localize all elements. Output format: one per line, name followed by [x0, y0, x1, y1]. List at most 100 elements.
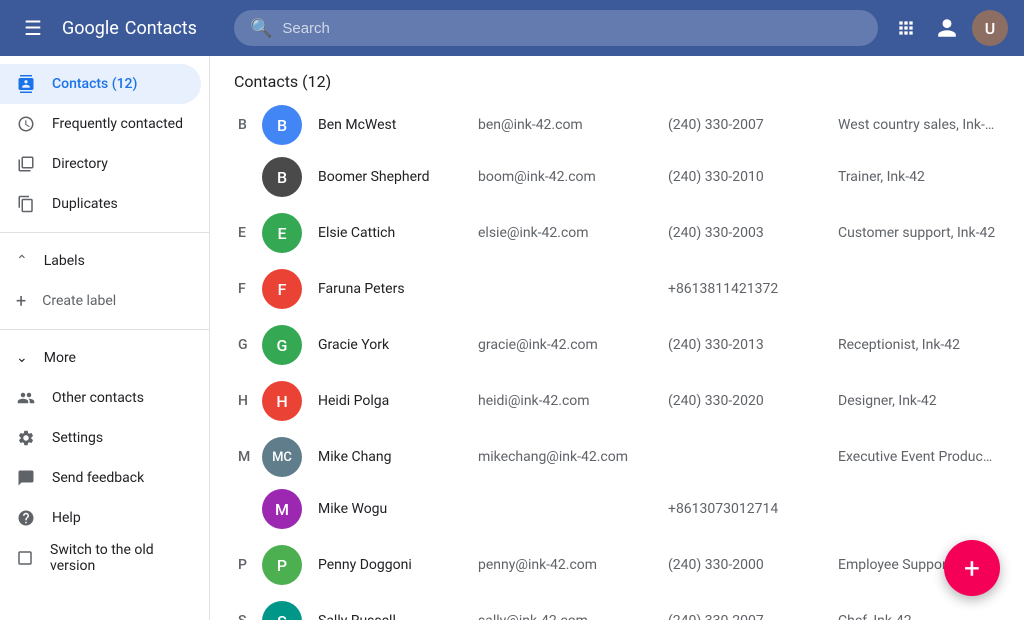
divider-1 [0, 232, 209, 233]
contact-phone: (240) 330-2003 [668, 225, 838, 241]
contact-email: gracie@ink-42.com [478, 337, 668, 353]
sidebar-item-settings[interactable]: Settings [0, 418, 201, 458]
user-avatar[interactable]: U [972, 10, 1008, 46]
contact-org: Customer support, Ink-42 [838, 225, 996, 241]
contact-group-e: EEElsie Cattichelsie@ink-42.com(240) 330… [234, 207, 1000, 259]
contact-avatar: E [262, 213, 302, 253]
more-header[interactable]: ⌄ More [0, 338, 209, 378]
contact-row[interactable]: FFFaruna Peters+8613811421372 [234, 263, 1000, 315]
contact-row[interactable]: PPPenny Doggonipenny@ink-42.com(240) 330… [234, 539, 1000, 591]
contact-row[interactable]: MMCMike Changmikechang@ink-42.comExecuti… [234, 431, 1000, 483]
sidebar-item-contacts[interactable]: Contacts (12) [0, 64, 201, 104]
contact-group-b: B B Ben McWestben@ink-42.com(240) 330-2007… [234, 99, 1000, 203]
contact-email: heidi@ink-42.com [478, 393, 668, 409]
contact-name: Boomer Shepherd [318, 169, 478, 185]
sidebar-item-other-contacts[interactable]: Other contacts [0, 378, 201, 418]
contact-org: Receptionist, Ink-42 [838, 337, 996, 353]
contact-phone: (240) 330-2007 [668, 117, 838, 133]
switch-label: Switch to the old version [50, 542, 185, 574]
group-letter: H [238, 393, 262, 409]
labels-header[interactable]: ⌃ Labels [0, 241, 209, 281]
labels-text: Labels [44, 253, 85, 269]
group-letter: M [238, 449, 262, 465]
contact-phone: +8613073012714 [668, 501, 838, 517]
contacts-label: Contacts (12) [52, 76, 137, 92]
settings-label: Settings [52, 430, 103, 446]
contact-org: Chef, Ink-42 [838, 613, 996, 620]
contact-row[interactable]: GGGracie Yorkgracie@ink-42.com(240) 330-… [234, 319, 1000, 371]
other-contacts-icon [16, 389, 36, 407]
contact-phone: (240) 330-2010 [668, 169, 838, 185]
directory-label: Directory [52, 156, 108, 172]
sidebar-item-help[interactable]: Help [0, 498, 201, 538]
contact-row[interactable]: BBoomer Shepherdboom@ink-42.com(240) 330… [234, 151, 1000, 203]
contact-email: mikechang@ink-42.com [478, 449, 668, 465]
account-icon[interactable] [930, 11, 964, 45]
contact-name: Mike Wogu [318, 501, 478, 517]
contact-name: Sally Russell [318, 613, 478, 620]
sidebar-item-feedback[interactable]: Send feedback [0, 458, 201, 498]
chevron-down-icon: ⌄ [16, 350, 28, 366]
contact-org: West country sales, Ink-42 [838, 117, 996, 133]
contact-phone: (240) 330-2000 [668, 557, 838, 573]
search-icon: 🔍 [250, 18, 272, 39]
contacts-icon [16, 75, 36, 93]
contact-group-p: PPPenny Doggonipenny@ink-42.com(240) 330… [234, 539, 1000, 591]
contact-group-m: MMCMike Changmikechang@ink-42.comExecuti… [234, 431, 1000, 535]
help-label: Help [52, 510, 81, 526]
group-letter: B [238, 117, 262, 133]
divider-2 [0, 329, 209, 330]
contact-avatar: F [262, 269, 302, 309]
contact-row[interactable]: SSSally Russellsally@ink-42.com(240) 330… [234, 595, 1000, 620]
search-bar[interactable]: 🔍 [234, 10, 878, 46]
contact-name: Penny Doggoni [318, 557, 478, 573]
main-content: Contacts (12) B B Ben McWestben@ink-42.com… [210, 56, 1024, 620]
contact-group-s: SSSally Russellsally@ink-42.com(240) 330… [234, 595, 1000, 620]
contact-email: elsie@ink-42.com [478, 225, 668, 241]
sidebar-item-switch[interactable]: Switch to the old version [0, 538, 201, 578]
plus-icon: + [16, 291, 26, 312]
sidebar-item-frequently[interactable]: Frequently contacted [0, 104, 201, 144]
contact-phone: (240) 330-2007 [668, 613, 838, 620]
duplicates-icon [16, 195, 36, 213]
group-letter: G [238, 337, 262, 353]
contact-email: sally@ink-42.com [478, 613, 668, 620]
contact-email: ben@ink-42.com [478, 117, 668, 133]
contact-row[interactable]: HHHeidi Polgaheidi@ink-42.com(240) 330-2… [234, 375, 1000, 427]
create-label-btn[interactable]: + Create label [0, 281, 209, 321]
settings-icon [16, 429, 36, 447]
feedback-label: Send feedback [52, 470, 144, 486]
contact-avatar: B [262, 157, 302, 197]
sidebar-item-duplicates[interactable]: Duplicates [0, 184, 201, 224]
contact-row[interactable]: MMike Wogu+8613073012714 [234, 483, 1000, 535]
apps-icon[interactable] [890, 12, 922, 44]
other-contacts-label: Other contacts [52, 390, 144, 406]
contact-name: Elsie Cattich [318, 225, 478, 241]
frequently-icon [16, 115, 36, 133]
contact-row[interactable]: EEElsie Cattichelsie@ink-42.com(240) 330… [234, 207, 1000, 259]
contact-name: Heidi Polga [318, 393, 478, 409]
app-logo: Google Contacts [62, 18, 222, 39]
chevron-up-icon: ⌃ [16, 253, 28, 269]
contact-row[interactable]: BBBen McWestben@ink-42.com(240) 330-2007… [234, 99, 1000, 151]
contact-name: Ben McWest [318, 117, 478, 133]
create-label-text: Create label [42, 293, 116, 309]
page-title: Contacts (12) [234, 72, 1000, 91]
sidebar-item-directory[interactable]: Directory [0, 144, 201, 184]
app-layout: Contacts (12) Frequently contacted Direc… [0, 56, 1024, 620]
topbar-icons: U [890, 10, 1008, 46]
search-input[interactable] [282, 20, 862, 37]
switch-icon [16, 549, 34, 567]
contact-group-h: HHHeidi Polgaheidi@ink-42.com(240) 330-2… [234, 375, 1000, 427]
menu-icon[interactable]: ☰ [16, 8, 50, 48]
topbar: ☰ Google Contacts 🔍 U [0, 0, 1024, 56]
contact-phone: +8613811421372 [668, 281, 838, 297]
add-contact-fab[interactable]: + [944, 540, 1000, 596]
contact-org: Trainer, Ink-42 [838, 169, 996, 185]
more-text: More [44, 350, 76, 366]
logo-google: Google [62, 18, 119, 39]
sidebar: Contacts (12) Frequently contacted Direc… [0, 56, 210, 620]
contact-org: Designer, Ink-42 [838, 393, 996, 409]
logo-contacts: Contacts [125, 18, 197, 39]
contact-phone: (240) 330-2013 [668, 337, 838, 353]
